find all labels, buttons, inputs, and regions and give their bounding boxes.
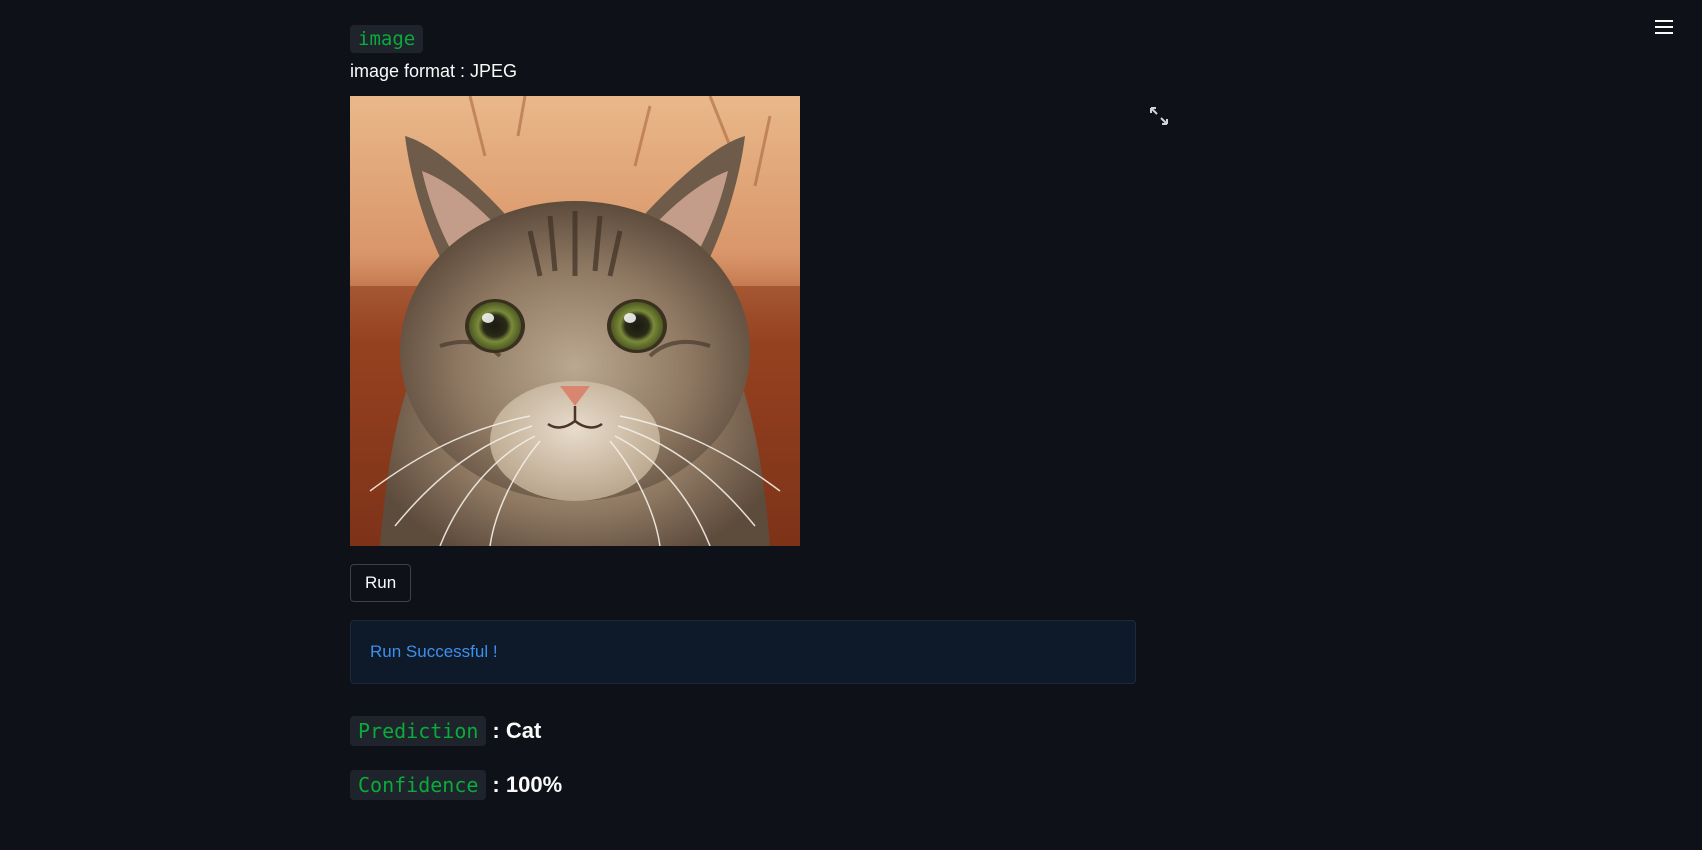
main-content: image image format : JPEG Run Run Succes… (350, 25, 1168, 800)
confidence-label: Confidence (350, 770, 487, 800)
success-alert-text: Run Successful ! (370, 642, 498, 661)
confidence-row: Confidence : 100% (350, 770, 1138, 800)
image-format-label: image format : JPEG (350, 61, 518, 81)
confidence-value: : 100% (492, 772, 563, 797)
hamburger-menu-icon[interactable] (1651, 14, 1677, 40)
image-tag: image (350, 25, 424, 53)
app-page: image image format : JPEG Run Run Succes… (0, 0, 1702, 850)
prediction-label: Prediction (350, 716, 487, 746)
expand-icon[interactable] (1148, 105, 1170, 127)
run-button[interactable]: Run (350, 564, 412, 602)
image-container (350, 96, 1168, 546)
prediction-row: Prediction : Cat (350, 716, 1138, 746)
success-alert: Run Successful ! (350, 620, 1136, 684)
cat-image (350, 96, 800, 546)
prediction-value: : Cat (492, 718, 542, 743)
